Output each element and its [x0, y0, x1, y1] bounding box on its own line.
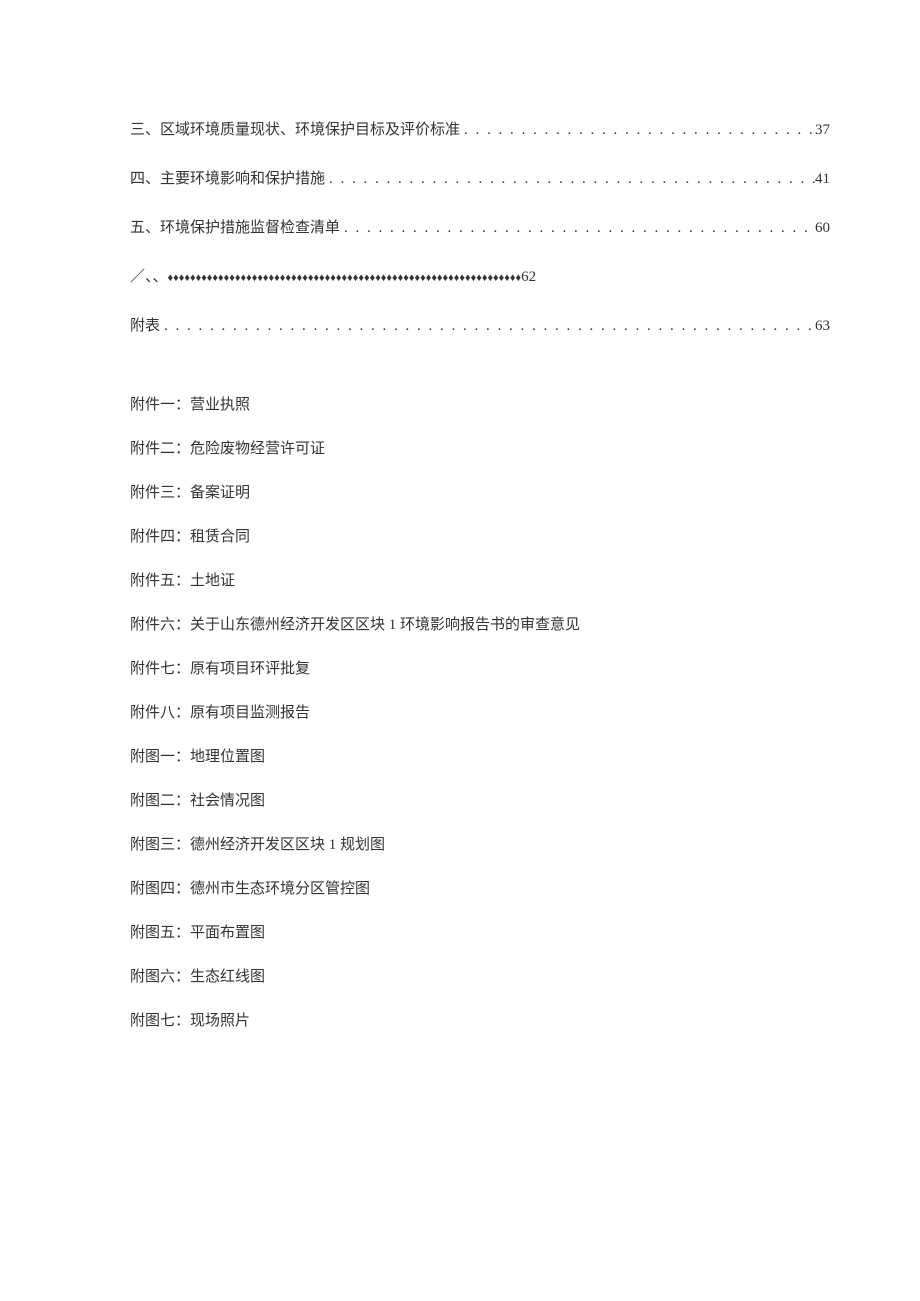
toc-page-number: 63: [815, 314, 830, 338]
attachment-entry: 附件四：租赁合同: [130, 525, 830, 549]
attachment-entry: 附件六：关于山东德州经济开发区区块 1 环境影响报告书的审查意见: [130, 613, 830, 637]
toc-label: 五、环境保护措施监督检查清单: [130, 216, 340, 240]
attachments-list: 附件一：营业执照 附件二：危险废物经营许可证 附件三：备案证明 附件四：租赁合同…: [130, 393, 830, 1033]
toc-page-number: 41: [815, 167, 830, 191]
toc-entry-garbled: ／、、 ♦♦♦♦♦♦♦♦♦♦♦♦♦♦♦♦♦♦♦♦♦♦♦♦♦♦♦♦♦♦♦♦♦♦♦♦…: [130, 265, 830, 289]
toc-entry: 三、区域环境质量现状、环境保护目标及评价标准 . . . . . . . . .…: [130, 118, 830, 142]
attachment-entry: 附图二：社会情况图: [130, 789, 830, 813]
toc-entry-appendix: 附表 . . . . . . . . . . . . . . . . . . .…: [130, 314, 830, 338]
attachment-entry: 附图七：现场照片: [130, 1009, 830, 1033]
toc-page-number: 60: [815, 216, 830, 240]
toc-leader-dots: . . . . . . . . . . . . . . . . . . . . …: [460, 118, 815, 142]
toc-page-number: 62: [521, 265, 536, 289]
toc-leader-dots: . . . . . . . . . . . . . . . . . . . . …: [160, 314, 815, 338]
attachment-entry: 附件七：原有项目环评批复: [130, 657, 830, 681]
attachment-entry: 附件二：危险废物经营许可证: [130, 437, 830, 461]
attachment-entry: 附图一：地理位置图: [130, 745, 830, 769]
attachment-entry: 附图四：德州市生态环境分区管控图: [130, 877, 830, 901]
toc-label: 附表: [130, 314, 160, 338]
toc-label: 三、区域环境质量现状、环境保护目标及评价标准: [130, 118, 460, 142]
toc-leader-diamonds: ♦♦♦♦♦♦♦♦♦♦♦♦♦♦♦♦♦♦♦♦♦♦♦♦♦♦♦♦♦♦♦♦♦♦♦♦♦♦♦♦…: [168, 270, 522, 288]
attachment-entry: 附图六：生态红线图: [130, 965, 830, 989]
attachment-entry: 附件三：备案证明: [130, 481, 830, 505]
toc-label-garbled-prefix: ／、、: [130, 265, 168, 289]
attachment-entry: 附图五：平面布置图: [130, 921, 830, 945]
table-of-contents: 三、区域环境质量现状、环境保护目标及评价标准 . . . . . . . . .…: [130, 118, 830, 338]
toc-entry: 四、主要环境影响和保护措施 . . . . . . . . . . . . . …: [130, 167, 830, 191]
toc-page-number: 37: [815, 118, 830, 142]
attachment-entry: 附件五：土地证: [130, 569, 830, 593]
toc-leader-dots: . . . . . . . . . . . . . . . . . . . . …: [325, 167, 815, 191]
toc-leader-dots: . . . . . . . . . . . . . . . . . . . . …: [340, 216, 815, 240]
attachment-entry: 附件八：原有项目监测报告: [130, 701, 830, 725]
attachment-entry: 附图三：德州经济开发区区块 1 规划图: [130, 833, 830, 857]
toc-entry: 五、环境保护措施监督检查清单 . . . . . . . . . . . . .…: [130, 216, 830, 240]
toc-label: 四、主要环境影响和保护措施: [130, 167, 325, 191]
attachment-entry: 附件一：营业执照: [130, 393, 830, 417]
